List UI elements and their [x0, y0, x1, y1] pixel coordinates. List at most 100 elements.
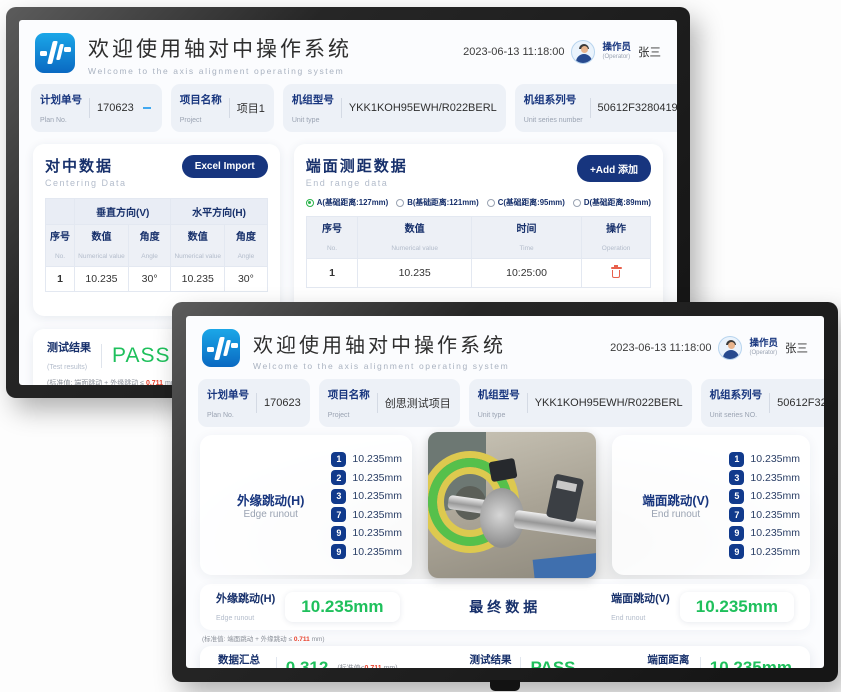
monitor-stand [490, 680, 520, 691]
runout-value-row: 710.235mm [729, 507, 800, 522]
runout-section: 外缘跳动(H) Edge runout 110.235mm 210.235mm … [186, 431, 824, 579]
operator-avatar[interactable] [571, 40, 595, 64]
datetime-text: 2023-06-13 11:18:00 [463, 46, 564, 58]
field-label: 机组型号 [292, 94, 334, 106]
radio-icon [573, 199, 581, 207]
operator-sublabel: (Operator) [602, 54, 631, 61]
index-badge: 9 [331, 526, 346, 541]
page-title: 欢迎使用轴对中操作系统 [253, 329, 610, 358]
field-sublabel: Plan No. [40, 117, 67, 124]
operator-sublabel: (Operator) [749, 350, 778, 357]
front-screen: 欢迎使用轴对中操作系统 Welcome to the axis alignmen… [186, 316, 824, 668]
front-fields-row: 计划单号Plan No. 170623 项目名称Project 创思测试项目 机… [186, 375, 824, 427]
field-value: 项目1 [237, 100, 265, 116]
operator-name: 张三 [785, 340, 808, 356]
runout-value-row: 910.235mm [729, 544, 800, 559]
end-range-table: 序号No. 数值Numerical value 时间Time 操作Operati… [306, 216, 651, 288]
col-group-vertical: 垂直方向(V) [75, 199, 171, 225]
edge-runout-label: 外缘跳动(H) [210, 490, 331, 509]
radio-option-b[interactable]: B(基础距离:121mm) [396, 197, 478, 208]
app-logo-icon [35, 33, 75, 73]
page-subtitle: Welcome to the axis alignment operating … [88, 66, 463, 76]
app-logo-icon [202, 329, 240, 367]
field-label: 机组系列号 [524, 94, 577, 106]
operator-label: 操作员 [602, 43, 631, 54]
standard-inline-note: (标准值≤0.711 mm) [337, 663, 397, 668]
summary-bar: 数据汇总 Data summary 0.312 (标准值≤0.711 mm) 测… [200, 646, 810, 668]
runout-value-row: 110.235mm [331, 452, 402, 467]
edge-runout-final-label: 外缘跳动(H) [216, 593, 275, 605]
field-label: 计划单号 [40, 94, 82, 106]
radio-icon [487, 199, 495, 207]
test-results-label: 测试结果 [47, 342, 91, 354]
field-plan-no[interactable]: 计划单号Plan No. 170623 [31, 84, 162, 132]
data-summary-value: 0.312 [286, 658, 329, 668]
monitor-front: 欢迎使用轴对中操作系统 Welcome to the axis alignmen… [172, 302, 838, 682]
runout-value-row: 910.235mm [331, 526, 402, 541]
col-value: 数值 [91, 232, 111, 243]
operator-avatar[interactable] [718, 336, 742, 360]
base-distance-radio-group: A(基础距离:127mm) B(基础距离:121mm) C(基础距离:95mm)… [306, 197, 651, 208]
front-app-header: 欢迎使用轴对中操作系统 Welcome to the axis alignmen… [186, 316, 824, 375]
index-badge: 1 [331, 452, 346, 467]
operator-name: 张三 [638, 44, 661, 60]
end-distance-value: 10.235mm [710, 658, 792, 668]
page-title: 欢迎使用轴对中操作系统 [88, 33, 463, 63]
runout-value-row: 510.235mm [729, 489, 800, 504]
operator-label: 操作员 [749, 339, 778, 350]
table-row: 1 10.235 10:25:00 [306, 259, 650, 288]
runout-value-row: 910.235mm [331, 544, 402, 559]
index-badge: 3 [729, 470, 744, 485]
desktop-background: 欢迎使用轴对中操作系统 Welcome to the axis alignmen… [0, 0, 841, 692]
datetime-text: 2023-06-13 11:18:00 [610, 342, 711, 354]
runout-value-row: 110.235mm [729, 452, 800, 467]
scan-icon[interactable] [141, 102, 153, 114]
col-angle: 角度 [236, 232, 256, 243]
col-time: 时间 [517, 224, 537, 235]
delete-trash-icon[interactable] [611, 265, 622, 278]
runout-value-row: 710.235mm [331, 507, 402, 522]
machine-3d-photo [428, 432, 596, 578]
panel-title: 端面测距数据 [306, 155, 408, 176]
end-runout-final-label: 端面跳动(V) [611, 593, 670, 605]
col-value: 数值 [188, 232, 208, 243]
radio-selected-icon [306, 199, 314, 207]
radio-icon [396, 199, 404, 207]
index-badge: 2 [331, 470, 346, 485]
runout-value-row: 910.235mm [729, 526, 800, 541]
field-unit-type[interactable]: 机组型号Unit type YKK1KOH95EWH/R022BERL [469, 379, 692, 427]
back-fields-row: 计划单号Plan No. 170623 项目名称Project 项目1 机组型号… [19, 80, 677, 132]
end-runout-label: 端面跳动(V) [622, 490, 729, 509]
radio-option-a[interactable]: A(基础距离:127mm) [306, 197, 388, 208]
table-row: 1 10.235 30° 10.235 30° [46, 267, 268, 292]
field-sublabel: Project [180, 117, 202, 124]
add-button[interactable]: +Add 添加 [577, 155, 651, 182]
index-badge: 9 [729, 544, 744, 559]
index-badge: 9 [729, 526, 744, 541]
test-result-value: PASS [530, 658, 575, 668]
panel-title: 对中数据 [45, 155, 127, 176]
field-unit-series[interactable]: 机组系列号Unit series number 50612F32804193 [515, 84, 677, 132]
test-result-value: PASS [112, 344, 170, 368]
field-plan-no[interactable]: 计划单号Plan No. 170623 [198, 379, 310, 427]
index-badge: 5 [729, 489, 744, 504]
standard-value-note: (标准值: 端面跳动 + 外缘跳动 ≤ 0.711 mm) [202, 633, 824, 643]
excel-import-button[interactable]: Excel Import [182, 155, 268, 178]
edge-runout-final-value: 10.235mm [285, 592, 399, 622]
final-data-bar: 外缘跳动(H) Edge runout 10.235mm 最终数据 端面跳动(V… [200, 584, 810, 630]
field-value: YKK1KOH95EWH/R022BERL [349, 102, 497, 114]
field-unit-type[interactable]: 机组型号Unit type YKK1KOH95EWH/R022BERL [283, 84, 506, 132]
back-app-header: 欢迎使用轴对中操作系统 Welcome to the axis alignmen… [19, 20, 677, 80]
field-project[interactable]: 项目名称Project 创思测试项目 [319, 379, 460, 427]
runout-value-row: 310.235mm [331, 489, 402, 504]
field-label: 项目名称 [180, 94, 222, 106]
index-badge: 9 [331, 544, 346, 559]
panel-subtitle: Centering Data [45, 178, 127, 188]
field-unit-series[interactable]: 机组系列号Unit series NO. 50612F32804193 [701, 379, 824, 427]
index-badge: 7 [331, 507, 346, 522]
radio-option-c[interactable]: C(基础距离:95mm) [487, 197, 565, 208]
centering-data-panel: 对中数据 Centering Data Excel Import 垂直方向(V)… [33, 144, 280, 316]
field-project[interactable]: 项目名称 Project 项目1 [171, 84, 274, 132]
final-data-title: 最终数据 [469, 597, 541, 617]
radio-option-d[interactable]: D(基础距离:89mm) [573, 197, 651, 208]
